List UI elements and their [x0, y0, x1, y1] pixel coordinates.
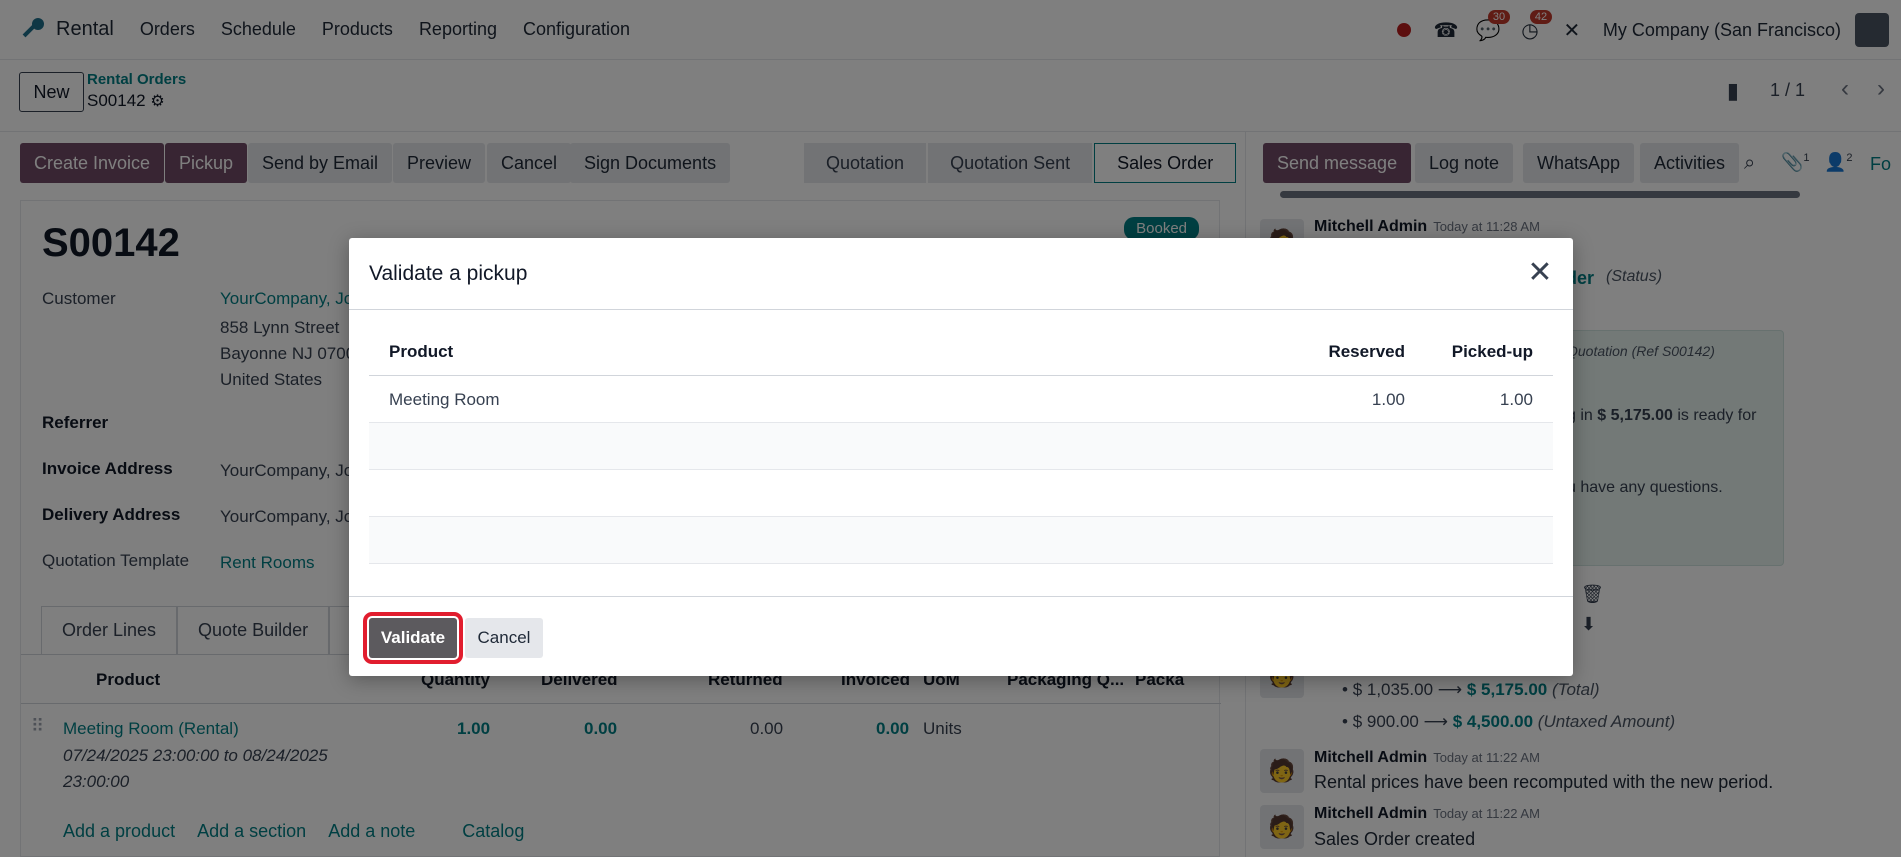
validate-button[interactable]: Validate: [363, 612, 463, 664]
dialog-title: Validate a pickup: [369, 262, 528, 285]
col-picked-up: Picked-up: [1451, 342, 1533, 361]
empty-row: [369, 423, 1553, 470]
validate-pickup-dialog: Validate a pickup ✕ Product Reserved Pic…: [349, 238, 1573, 676]
pickup-table-header: Product Reserved Picked-up: [369, 328, 1553, 376]
row-picked-up[interactable]: 1.00: [1500, 390, 1533, 410]
row-product: Meeting Room: [389, 390, 500, 409]
empty-row: [369, 470, 1553, 517]
empty-row: [369, 517, 1553, 564]
pickup-table: Product Reserved Picked-up Meeting Room …: [369, 328, 1553, 564]
col-reserved: Reserved: [1328, 342, 1405, 361]
close-icon[interactable]: ✕: [1525, 255, 1555, 291]
dialog-header: Validate a pickup ✕: [349, 238, 1573, 310]
col-product: Product: [389, 342, 454, 361]
table-row[interactable]: Meeting Room 1.00 1.00: [369, 376, 1553, 423]
cancel-button[interactable]: Cancel: [465, 618, 543, 658]
row-reserved: 1.00: [1371, 390, 1405, 409]
dialog-footer: Validate Cancel: [349, 596, 1573, 676]
